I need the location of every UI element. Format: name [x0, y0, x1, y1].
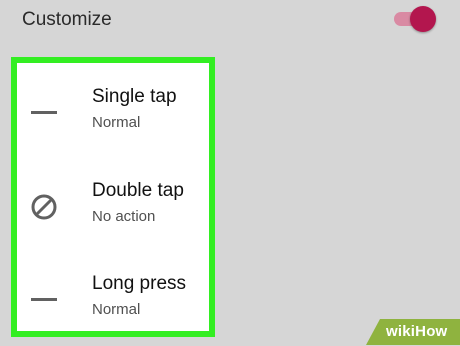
- customize-toggle[interactable]: [392, 6, 436, 32]
- dash-icon: [31, 286, 61, 316]
- wikihow-watermark: wikiHow: [366, 319, 460, 345]
- watermark-wiki: wiki: [386, 323, 416, 340]
- list-item-single-tap[interactable]: Single tap Normal: [17, 71, 209, 159]
- item-title: Long press: [92, 273, 187, 294]
- toggle-thumb: [410, 6, 436, 32]
- watermark-text: wikiHow: [386, 323, 447, 340]
- item-value: Normal: [92, 114, 141, 131]
- customize-label: Customize: [22, 9, 112, 30]
- gesture-settings-panel: Single tap Normal Double tap No action L…: [11, 57, 215, 337]
- item-title: Single tap: [92, 86, 177, 107]
- list-item-double-tap[interactable]: Double tap No action: [17, 165, 209, 253]
- item-title: Double tap: [92, 180, 184, 201]
- list-item-long-press[interactable]: Long press Normal: [17, 258, 209, 346]
- watermark-how: How: [415, 323, 448, 340]
- item-value: No action: [92, 208, 156, 225]
- item-value: Normal: [92, 301, 141, 318]
- dash-icon: [31, 99, 61, 129]
- no-action-icon: [31, 193, 61, 223]
